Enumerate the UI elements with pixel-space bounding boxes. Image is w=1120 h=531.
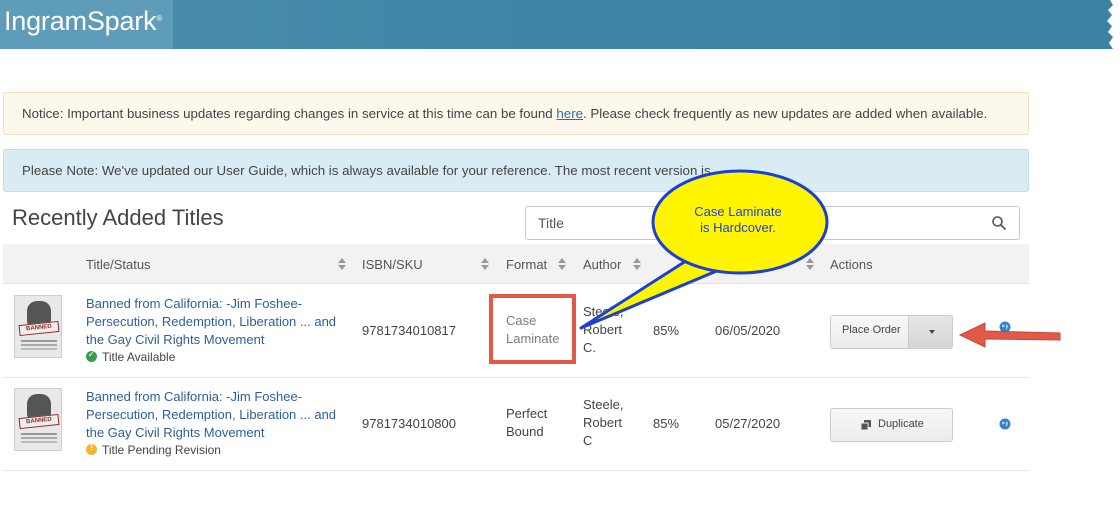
callout-line: Case Laminate [694,204,782,219]
red-pointer-arrow [958,322,1061,348]
callout-line: is Hardcover. [700,220,776,235]
callout-text: Case Laminate is Hardcover. [670,204,806,236]
annotation-overlay [579,169,1061,348]
